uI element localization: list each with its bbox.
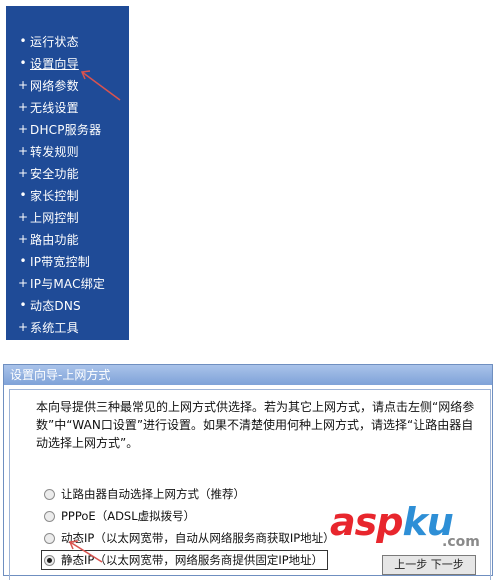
- expand-plus-icon: +: [17, 78, 29, 92]
- sidebar-item-forwarding[interactable]: + 转发规则: [6, 140, 129, 162]
- sidebar-item-label: 转发规则: [30, 144, 79, 159]
- wizard-intro-text: 本向导提供三种最常见的上网方式供选择。若为其它上网方式，请点击左侧“网络参数”中…: [36, 400, 475, 450]
- sidebar-item-status[interactable]: • 运行状态: [6, 30, 129, 52]
- expand-plus-icon: +: [17, 166, 29, 180]
- sidebar-menu: • 运行状态 • 设置向导 + 网络参数 + 无线设置 + DHCP服务器 + 转发规则 +…: [6, 6, 129, 340]
- sidebar-item-label: DHCP服务器: [30, 122, 102, 137]
- wizard-body: 本向导提供三种最常见的上网方式供选择。若为其它上网方式，请点击左侧“网络参数”中…: [9, 389, 491, 580]
- option-static-ip[interactable]: 静态IP（以太网宽带，网络服务商提供固定IP地址）: [41, 550, 329, 570]
- sidebar-item-label: IP带宽控制: [30, 254, 90, 269]
- expand-plus-icon: +: [17, 232, 29, 246]
- sidebar-item-network[interactable]: + 网络参数: [6, 74, 129, 96]
- option-label: PPPoE（ADSL虚拟拨号）: [61, 509, 196, 523]
- bullet-icon: •: [19, 56, 27, 70]
- option-dynamic-ip[interactable]: 动态IP（以太网宽带，自动从网络服务商获取IP地址）: [44, 528, 335, 548]
- sidebar-item-access-control[interactable]: + 上网控制: [6, 206, 129, 228]
- expand-plus-icon: +: [17, 320, 29, 334]
- bullet-icon: •: [19, 188, 27, 202]
- sidebar-item-parental[interactable]: • 家长控制: [6, 184, 129, 206]
- sidebar-item-label: IP与MAC绑定: [30, 276, 106, 291]
- sidebar-item-ddns[interactable]: • 动态DNS: [6, 294, 129, 316]
- sidebar-item-label: 系统工具: [30, 320, 79, 335]
- wizard-title: 设置向导-上网方式: [4, 365, 492, 385]
- sidebar-item-label: 上网控制: [30, 210, 79, 225]
- radio-button[interactable]: [44, 532, 55, 544]
- radio-button[interactable]: [44, 488, 55, 500]
- sidebar-item-dhcp[interactable]: + DHCP服务器: [6, 118, 129, 140]
- option-label: 动态IP（以太网宽带，自动从网络服务商获取IP地址）: [61, 531, 335, 545]
- setup-wizard-panel: 设置向导-上网方式 本向导提供三种最常见的上网方式供选择。若为其它上网方式，请点…: [3, 364, 493, 580]
- sidebar-item-bandwidth[interactable]: • IP带宽控制: [6, 250, 129, 272]
- expand-plus-icon: +: [17, 144, 29, 158]
- radio-button-selected[interactable]: [44, 554, 55, 566]
- sidebar-item-system-tools[interactable]: + 系统工具: [6, 316, 129, 338]
- sidebar-item-label: 安全功能: [30, 166, 79, 181]
- sidebar-item-label: 家长控制: [30, 188, 79, 203]
- radio-button[interactable]: [44, 510, 55, 522]
- bullet-icon: •: [19, 298, 27, 312]
- option-label: 让路由器自动选择上网方式（推荐）: [61, 487, 245, 501]
- expand-plus-icon: +: [17, 122, 29, 136]
- option-pppoe[interactable]: PPPoE（ADSL虚拟拨号）: [44, 506, 195, 526]
- sidebar-item-label: 无线设置: [30, 100, 79, 115]
- sidebar-item-routing[interactable]: + 路由功能: [6, 228, 129, 250]
- sidebar-item-label: 设置向导: [30, 56, 79, 71]
- sidebar-item-label: 路由功能: [30, 232, 79, 247]
- expand-plus-icon: +: [17, 100, 29, 114]
- sidebar-item-setup-wizard[interactable]: • 设置向导: [6, 52, 129, 74]
- expand-plus-icon: +: [17, 210, 29, 224]
- bullet-icon: •: [19, 254, 27, 268]
- next-button[interactable]: 上一步 下一步: [382, 555, 476, 575]
- bullet-icon: •: [19, 34, 27, 48]
- sidebar-item-label: 网络参数: [30, 78, 79, 93]
- option-auto-detect[interactable]: 让路由器自动选择上网方式（推荐）: [44, 484, 245, 504]
- sidebar-item-security[interactable]: + 安全功能: [6, 162, 129, 184]
- option-label: 静态IP（以太网宽带，网络服务商提供固定IP地址）: [61, 553, 324, 567]
- sidebar-item-wireless[interactable]: + 无线设置: [6, 96, 129, 118]
- sidebar-item-label: 运行状态: [30, 34, 79, 49]
- sidebar-item-ip-mac[interactable]: + IP与MAC绑定: [6, 272, 129, 294]
- expand-plus-icon: +: [17, 276, 29, 290]
- sidebar-item-label: 动态DNS: [30, 298, 81, 313]
